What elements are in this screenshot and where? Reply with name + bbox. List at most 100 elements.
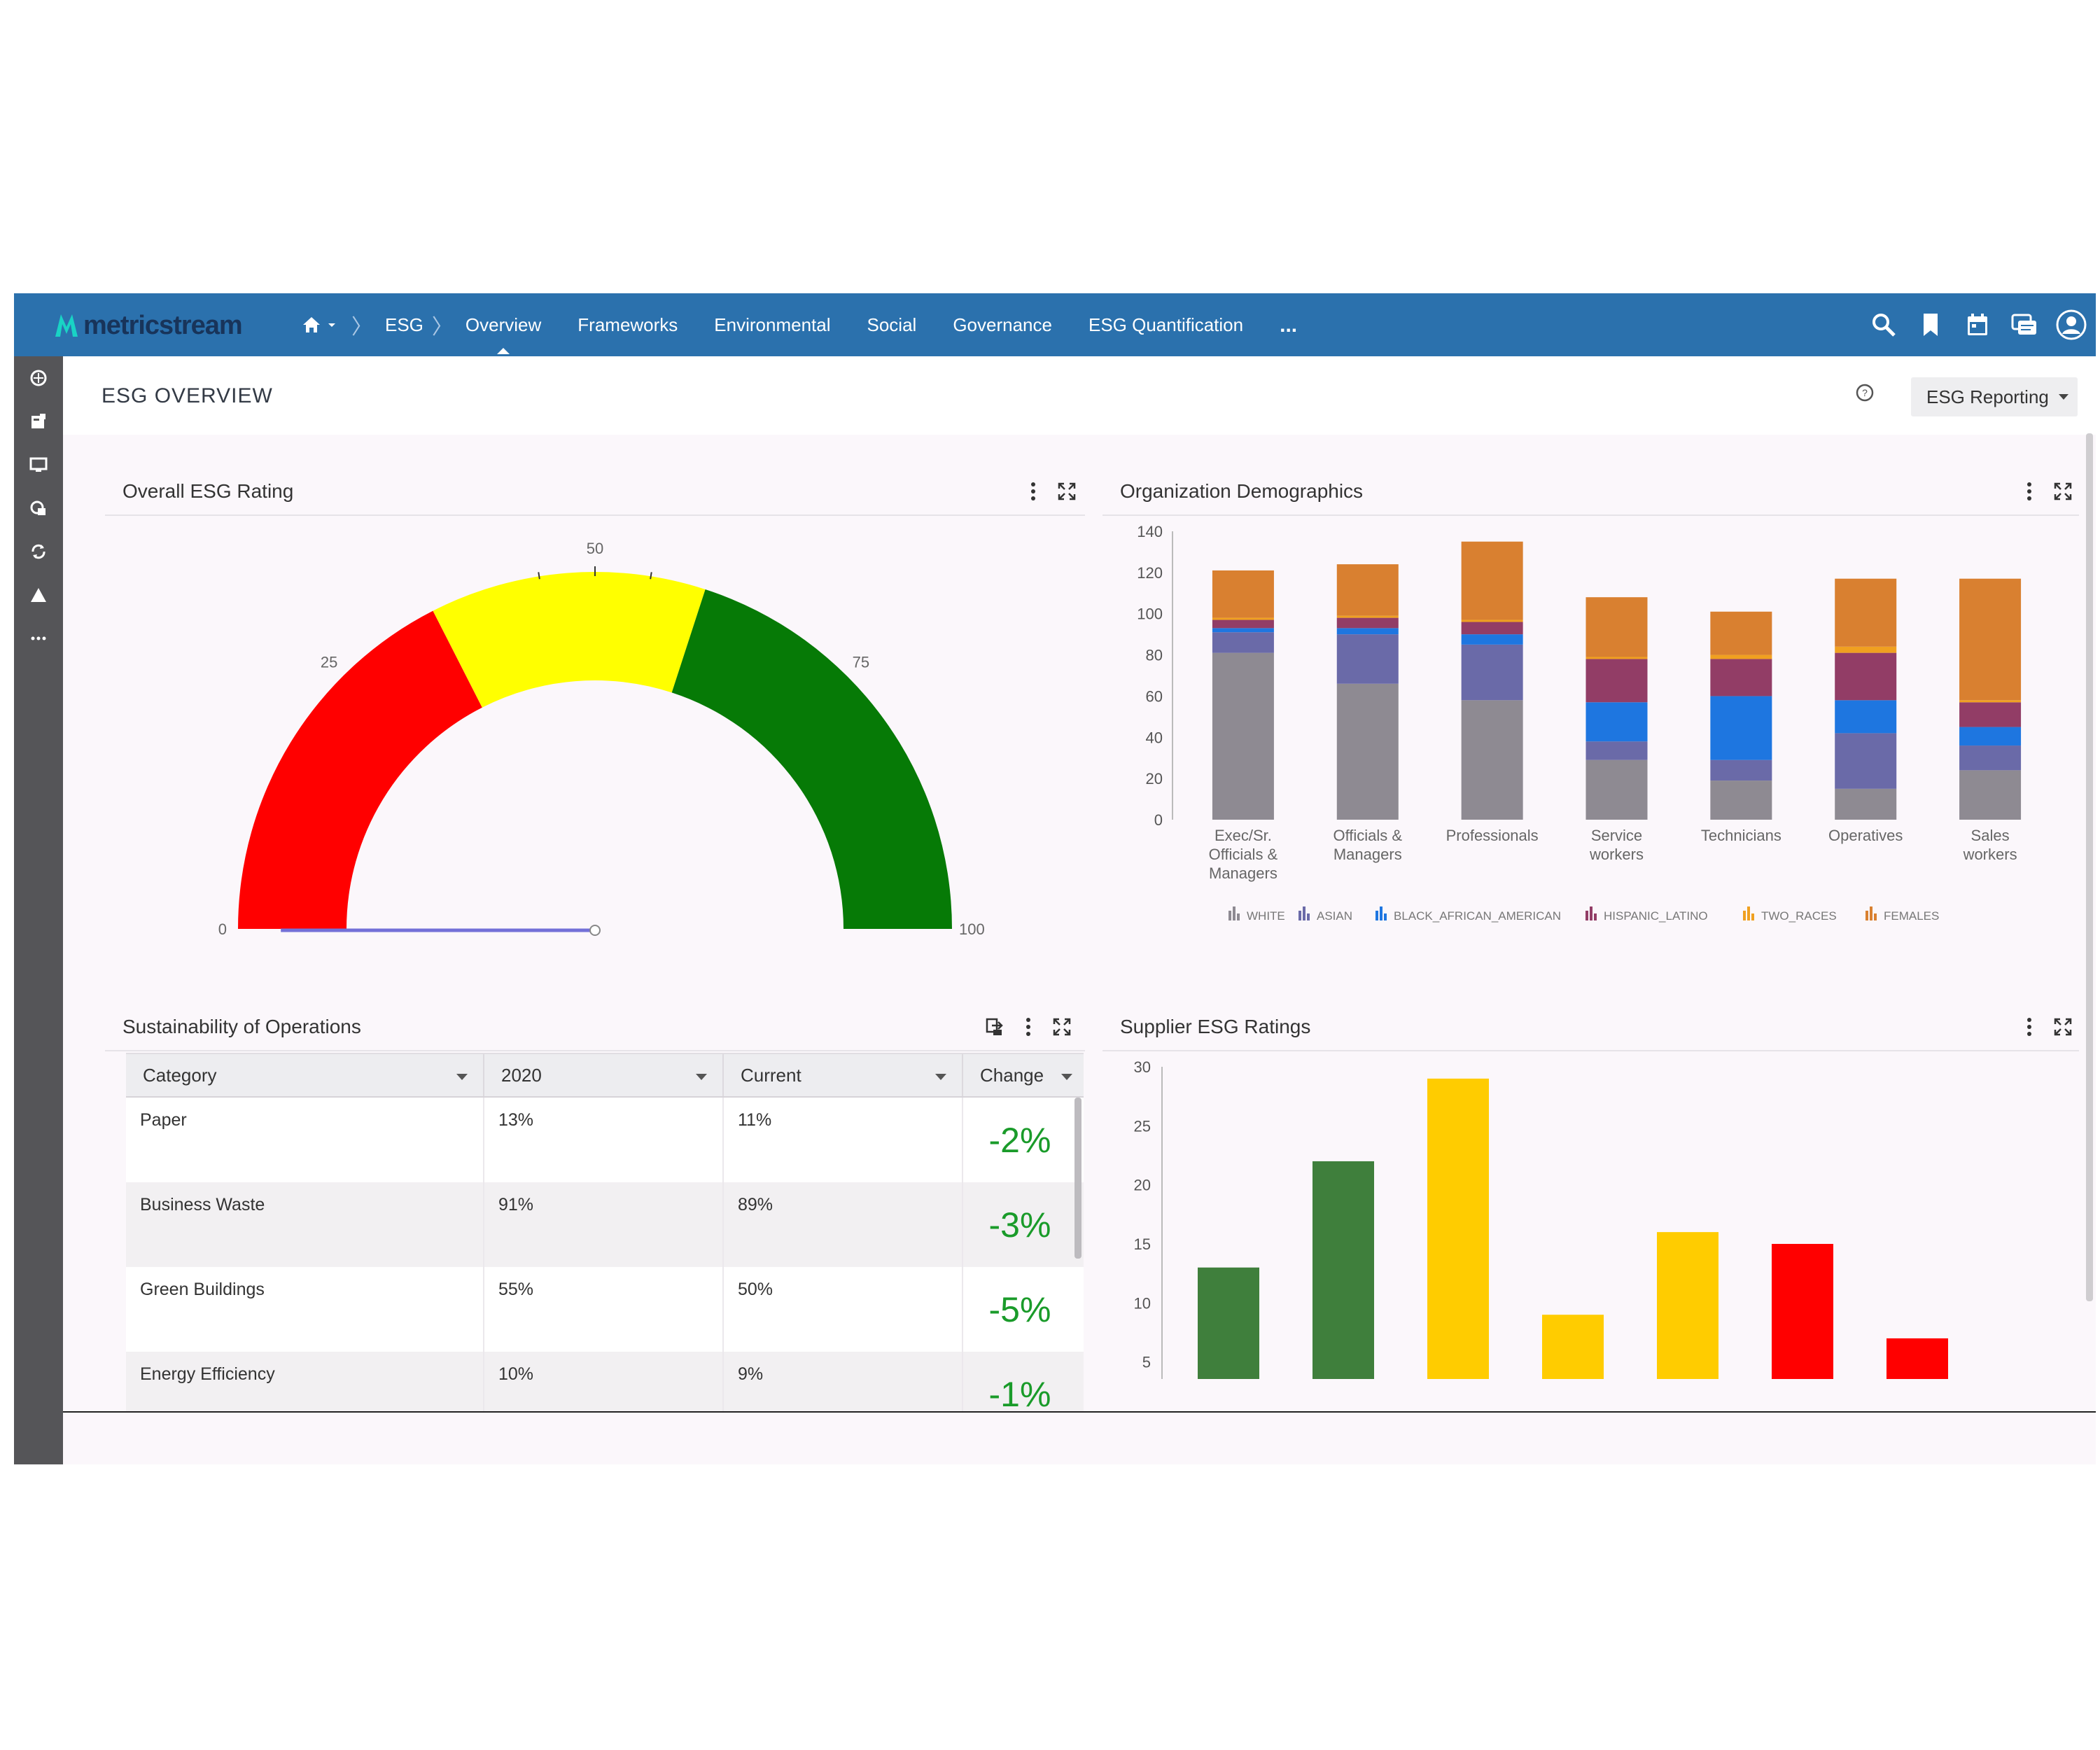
column-label: 2020 — [501, 1064, 542, 1086]
table-scrollbar[interactable] — [1074, 1098, 1082, 1259]
gauge-needle-pivot — [589, 925, 601, 936]
page-bottom-rule — [63, 1411, 2096, 1413]
legend-swatch — [1237, 913, 1240, 920]
stacked-bar-segment — [1212, 570, 1274, 618]
stacked-bar-segment — [1710, 654, 1772, 659]
more-vertical-icon[interactable] — [1021, 479, 1045, 503]
legend-item: TWO_RACES — [1743, 906, 1837, 923]
column-filter-icon[interactable] — [456, 1074, 468, 1080]
legend-swatch — [1594, 913, 1597, 920]
more-vertical-icon[interactable] — [2017, 1015, 2041, 1039]
stacked-bar-segment — [1336, 634, 1399, 684]
x-category-label: Operatives — [1828, 827, 1903, 844]
page-footer-area — [63, 1413, 2096, 1464]
legend-item: HISPANIC_LATINO — [1586, 906, 1708, 923]
legend-label: BLACK_AFRICAN_AMERICAN — [1394, 909, 1561, 923]
y-tick-label: 15 — [1134, 1236, 1151, 1253]
stacked-bar-segment — [1461, 620, 1523, 622]
page-scrollbar[interactable] — [2086, 433, 2093, 1301]
column-filter-icon[interactable] — [696, 1074, 707, 1080]
stacked-bar-segment — [1959, 770, 2022, 820]
stacked-bar-segment — [1586, 657, 1648, 659]
stacked-bar-segment — [1212, 620, 1274, 629]
more-vertical-icon[interactable] — [1016, 1015, 1040, 1039]
legend-label: ASIAN — [1317, 909, 1352, 923]
cell-category: Business Waste — [126, 1182, 484, 1267]
cell-2020: 13% — [484, 1098, 724, 1182]
expand-icon[interactable] — [1055, 479, 1079, 503]
column-header-change[interactable]: Change — [963, 1054, 1077, 1096]
stacked-bar-segment — [1710, 659, 1772, 696]
stacked-bar-segment — [1959, 727, 2022, 746]
x-category-label: Officials & — [1333, 827, 1402, 844]
stacked-bar-segment — [1710, 611, 1772, 655]
stacked-bar-segment — [1586, 659, 1648, 703]
gauge-tick-label: 75 — [853, 653, 869, 671]
overall-esg-rating-widget: Overall ESG Rating 0 25 50 75 100 — [105, 447, 1085, 965]
table-row[interactable]: Green Buildings 55% 50% -5% — [126, 1267, 1084, 1352]
legend-swatch — [1743, 911, 1746, 920]
legend-swatch — [1865, 911, 1868, 920]
stacked-bar-segment — [1835, 700, 1897, 734]
stacked-bar-segment — [1461, 700, 1523, 820]
legend-item: BLACK_AFRICAN_AMERICAN — [1376, 906, 1561, 923]
y-tick-label: 10 — [1134, 1294, 1151, 1312]
more-vertical-icon[interactable] — [2017, 479, 2041, 503]
column-filter-icon[interactable] — [1061, 1074, 1072, 1080]
x-category-label: Exec/Sr. — [1214, 827, 1272, 844]
legend-item: FEMALES — [1865, 906, 1939, 923]
stacked-bar-segment — [1336, 615, 1399, 618]
organization-demographics-widget: Organization Demographics 0 20 40 60 80 100 12… — [1102, 447, 2079, 965]
y-tick-label: 140 — [1137, 523, 1163, 540]
widget-title: Supplier ESG Ratings — [1120, 1016, 1311, 1037]
widget-toolbar — [2008, 479, 2075, 503]
stacked-bar-segment — [1959, 702, 2022, 727]
gauge-tick-label: 0 — [218, 920, 227, 938]
dashboard-grid: Overall ESG Rating 0 25 50 75 100 Organizati… — [14, 293, 2096, 1464]
column-filter-icon[interactable] — [935, 1074, 946, 1080]
stacked-bar-segment — [1212, 632, 1274, 653]
legend-label: WHITE — [1247, 909, 1285, 923]
expand-icon[interactable] — [2051, 1015, 2075, 1039]
column-header-2020[interactable]: 2020 — [484, 1054, 724, 1096]
legend-swatch — [1870, 906, 1872, 920]
y-tick-label: 20 — [1146, 770, 1163, 788]
expand-icon[interactable] — [1050, 1015, 1074, 1039]
export-icon[interactable] — [983, 1015, 1007, 1039]
cell-current: 50% — [724, 1267, 963, 1352]
legend-swatch — [1303, 906, 1306, 920]
widget-divider — [105, 1050, 1085, 1051]
legend-swatch — [1384, 913, 1387, 920]
cell-category: Paper — [126, 1098, 484, 1182]
y-tick-label: 120 — [1137, 564, 1163, 582]
gauge-tick-label: 100 — [959, 920, 985, 938]
cell-2020: 55% — [484, 1267, 724, 1352]
legend-swatch — [1586, 911, 1588, 920]
stacked-bar-segment — [1710, 780, 1772, 820]
legend-label: HISPANIC_LATINO — [1604, 909, 1708, 923]
stacked-bar-segment — [1461, 634, 1523, 645]
legend-swatch — [1376, 911, 1378, 920]
legend-item: ASIAN — [1298, 906, 1352, 923]
expand-icon[interactable] — [2051, 479, 2075, 503]
column-header-category[interactable]: Category — [126, 1054, 484, 1096]
column-label: Change — [980, 1064, 1044, 1086]
x-category-label: Managers — [1334, 846, 1402, 863]
table-row[interactable]: Paper 13% 11% -2% — [126, 1098, 1084, 1182]
supplier-bar — [1542, 1315, 1604, 1379]
widget-toolbar — [973, 1015, 1074, 1039]
stacked-bar-segment — [1586, 597, 1648, 657]
esg-rating-gauge: 0 25 50 75 100 — [218, 540, 985, 938]
supplier-bar — [1772, 1244, 1833, 1379]
cell-category: Green Buildings — [126, 1267, 484, 1352]
stacked-bar-segment — [1336, 564, 1399, 616]
legend-swatch — [1298, 911, 1301, 920]
supplier-bar — [1886, 1338, 1948, 1379]
stacked-bar-segment — [1835, 652, 1897, 701]
column-header-current[interactable]: Current — [724, 1054, 963, 1096]
supplier-bar — [1427, 1078, 1489, 1379]
gauge-tick-label: 50 — [587, 540, 603, 557]
x-category-label: workers — [1589, 846, 1644, 863]
table-row[interactable]: Business Waste 91% 89% -3% — [126, 1182, 1084, 1267]
x-category-label: Managers — [1209, 864, 1278, 882]
